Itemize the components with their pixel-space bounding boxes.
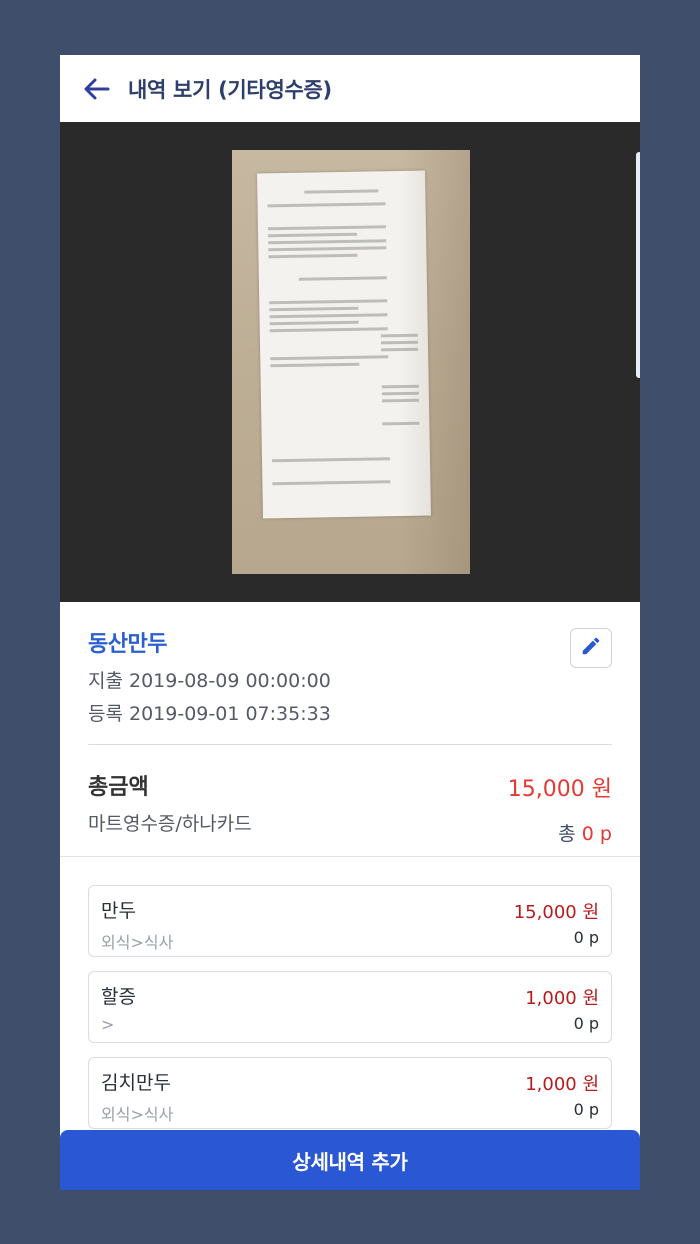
total-points-value: 0 p [581, 823, 612, 845]
item-amount: 15,000 원 [513, 902, 599, 923]
item-points: 0 p [573, 1014, 599, 1033]
receipt-line [304, 189, 379, 194]
app-header: 내역 보기 (기타영수증) [60, 55, 640, 122]
pencil-icon [580, 635, 602, 661]
photo-shadow [400, 150, 470, 574]
add-detail-button[interactable]: 상세내역 추가 [60, 1130, 640, 1190]
item-list: 만두 외식>식사 15,000 원 0 p 할증 > 1,000 원 0 p 김… [60, 857, 640, 1129]
item-category: 외식>식사 [101, 933, 174, 952]
receipt-line [267, 225, 387, 231]
receipt-line [268, 239, 387, 245]
item-points: 0 p [573, 928, 599, 947]
item-amount: 1,000 원 [525, 988, 599, 1009]
list-item[interactable]: 김치만두 외식>식사 1,000 원 0 p [88, 1057, 612, 1129]
register-date: 등록 2019-09-01 07:35:33 [88, 703, 331, 725]
item-category: > [101, 1015, 115, 1034]
expense-date: 지출 2019-08-09 00:00:00 [88, 670, 331, 692]
receipt-line [298, 276, 388, 281]
receipt-line [267, 202, 386, 208]
edit-button[interactable] [570, 628, 612, 668]
receipt-line [271, 457, 391, 463]
total-summary: 총금액 마트영수증/하나카드 15,000 원 총 0 p [60, 745, 640, 857]
receipt-line [272, 480, 391, 486]
total-points: 총 0 p [558, 819, 612, 846]
receipt-line [268, 232, 357, 238]
receipt-line [268, 246, 387, 252]
receipt-line [269, 320, 359, 326]
item-amount: 1,000 원 [525, 1074, 599, 1095]
receipt-line [268, 253, 358, 259]
scroll-handle[interactable] [636, 152, 640, 378]
total-points-prefix: 총 [558, 823, 576, 845]
item-points: 0 p [573, 1100, 599, 1119]
store-info: 동산만두 지출 2019-08-09 00:00:00 등록 2019-09-0… [60, 602, 640, 744]
app-screen: 내역 보기 (기타영수증) 동산만두 지출 2019-08-09 00:00:0… [60, 55, 640, 1190]
receipt-line [269, 327, 389, 333]
total-amount: 15,000 원 [507, 777, 612, 802]
payment-method: 마트영수증/하나카드 [88, 813, 252, 835]
store-name: 동산만두 [88, 632, 167, 657]
arrow-left-icon[interactable] [82, 74, 112, 104]
list-item[interactable]: 할증 > 1,000 원 0 p [88, 971, 612, 1043]
receipt-line [269, 306, 359, 312]
receipt-photo[interactable] [232, 150, 470, 574]
receipt-line [270, 355, 389, 361]
receipt-line [269, 299, 388, 305]
page-title: 내역 보기 (기타영수증) [128, 77, 332, 102]
receipt-photo-area [60, 122, 640, 602]
item-category: 외식>식사 [101, 1105, 174, 1124]
list-item[interactable]: 만두 외식>식사 15,000 원 0 p [88, 885, 612, 957]
receipt-line [269, 313, 388, 319]
receipt-line [270, 362, 360, 368]
